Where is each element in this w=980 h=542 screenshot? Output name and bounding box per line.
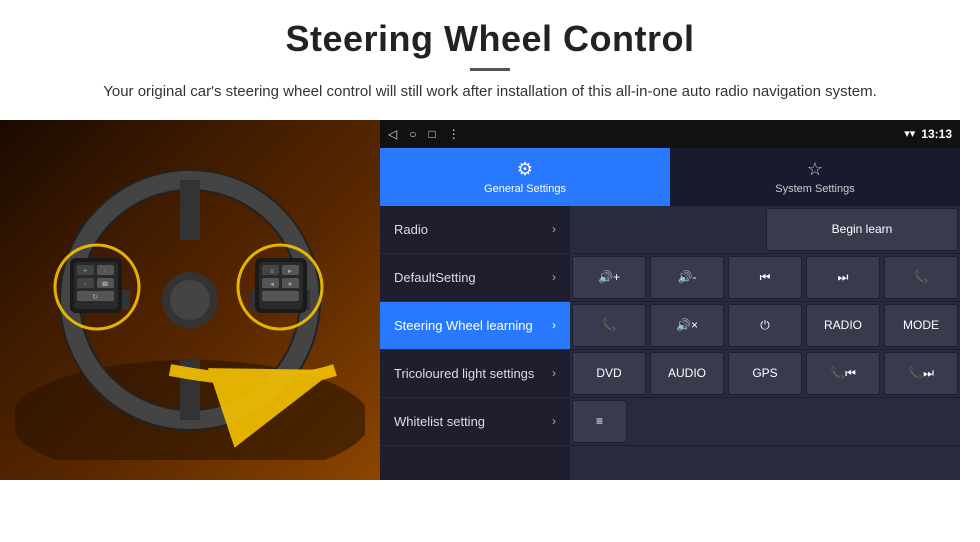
phone-prev-button[interactable]: 📞⏮ [806, 352, 880, 395]
tab-system-label: System Settings [775, 183, 854, 195]
content-area: + - ↑ ☎ ↻ ≡ ► ◄ ★ [0, 120, 980, 480]
vol-up-button[interactable]: 🔊+ [572, 256, 646, 299]
begin-learn-button[interactable]: Begin learn [766, 208, 958, 251]
system-settings-icon: ☆ [807, 159, 823, 180]
right-content: Begin learn 🔊+ 🔊- ⏮ ⏭ [570, 206, 960, 480]
prev-track-button[interactable]: ⏮ [728, 256, 802, 299]
phone-next-button[interactable]: 📞⏭ [884, 352, 958, 395]
chevron-icon: › [552, 222, 556, 236]
control-row-2: 📞 🔊× ⏻ RADIO MODE [570, 302, 960, 350]
status-right: ▾▾ 13:13 [904, 127, 952, 141]
page-title: Steering Wheel Control [60, 18, 920, 60]
svg-text:◄: ◄ [269, 282, 275, 288]
recent-apps-icon[interactable]: □ [428, 127, 435, 141]
menu-radio-label: Radio [394, 222, 428, 237]
status-left: ◁ ○ □ ⋮ [388, 127, 460, 141]
chevron-icon: › [552, 318, 556, 332]
svg-text:★: ★ [287, 281, 292, 288]
chevron-icon: › [552, 270, 556, 284]
control-row-1: 🔊+ 🔊- ⏮ ⏭ 📞 [570, 254, 960, 302]
list-button[interactable]: ≡ [572, 400, 627, 443]
dvd-button[interactable]: DVD [572, 352, 646, 395]
prev-track-icon: ⏮ [760, 270, 771, 285]
control-row-3: DVD AUDIO GPS 📞⏮ 📞⏭ [570, 350, 960, 398]
control-row-0: Begin learn [570, 206, 960, 254]
menu-steering-label: Steering Wheel learning [394, 318, 533, 333]
audio-button[interactable]: AUDIO [650, 352, 724, 395]
mute-icon: 🔊× [676, 318, 698, 332]
title-divider [470, 68, 510, 71]
power-icon: ⏻ [760, 318, 770, 333]
svg-text:≡: ≡ [270, 269, 274, 275]
chevron-icon: › [552, 366, 556, 380]
steering-wheel-svg: + - ↑ ☎ ↻ ≡ ► ◄ ★ [15, 140, 365, 460]
menu-icon[interactable]: ⋮ [448, 127, 460, 141]
top-section: Steering Wheel Control Your original car… [0, 0, 980, 114]
tab-general-label: General Settings [484, 183, 566, 195]
chevron-icon: › [552, 414, 556, 428]
empty-display [572, 208, 762, 251]
svg-text:↑: ↑ [104, 269, 107, 275]
radio-button[interactable]: RADIO [806, 304, 880, 347]
call-accept-icon: 📞 [602, 318, 617, 332]
next-track-button[interactable]: ⏭ [806, 256, 880, 299]
panel-body: Radio › DefaultSetting › Steering Wheel … [380, 206, 960, 480]
control-row-4: ≡ [570, 398, 960, 446]
head-unit: ◁ ○ □ ⋮ ▾▾ 13:13 ⚙ General Settings ☆ Sy… [380, 120, 960, 480]
tab-general-settings[interactable]: ⚙ General Settings [380, 148, 670, 206]
svg-text:☎: ☎ [101, 281, 109, 288]
mute-button[interactable]: 🔊× [650, 304, 724, 347]
radio-label: RADIO [824, 318, 862, 332]
power-button[interactable]: ⏻ [728, 304, 802, 347]
menu-whitelist-label: Whitelist setting [394, 414, 485, 429]
phone-prev-icon: 📞⏮ [830, 366, 856, 381]
status-time: 13:13 [921, 127, 952, 141]
next-track-icon: ⏭ [838, 270, 849, 285]
menu-item-whitelist[interactable]: Whitelist setting › [380, 398, 570, 446]
menu-item-default-setting[interactable]: DefaultSetting › [380, 254, 570, 302]
vol-down-icon: 🔊- [678, 270, 697, 284]
left-menu: Radio › DefaultSetting › Steering Wheel … [380, 206, 570, 480]
wifi-signal-icon: ▾▾ [904, 127, 915, 140]
mode-label: MODE [903, 318, 939, 332]
svg-text:►: ► [287, 269, 293, 275]
gps-button[interactable]: GPS [728, 352, 802, 395]
list-icon: ≡ [596, 414, 603, 428]
page-subtitle: Your original car's steering wheel contr… [60, 81, 920, 104]
tab-bar: ⚙ General Settings ☆ System Settings [380, 148, 960, 206]
menu-item-radio[interactable]: Radio › [380, 206, 570, 254]
vol-down-button[interactable]: 🔊- [650, 256, 724, 299]
back-icon[interactable]: ◁ [388, 127, 397, 141]
tab-system-settings[interactable]: ☆ System Settings [670, 148, 960, 206]
status-bar: ◁ ○ □ ⋮ ▾▾ 13:13 [380, 120, 960, 148]
menu-default-label: DefaultSetting [394, 270, 476, 285]
gps-label: GPS [752, 366, 777, 380]
phone-button[interactable]: 📞 [884, 256, 958, 299]
car-image: + - ↑ ☎ ↻ ≡ ► ◄ ★ [0, 120, 380, 480]
dvd-label: DVD [596, 366, 621, 380]
phone-next-icon: 📞⏭ [908, 366, 934, 381]
menu-tricoloured-label: Tricoloured light settings [394, 366, 534, 381]
menu-item-steering-wheel[interactable]: Steering Wheel learning › [380, 302, 570, 350]
general-settings-icon: ⚙ [517, 159, 533, 180]
audio-label: AUDIO [668, 366, 706, 380]
mode-button[interactable]: MODE [884, 304, 958, 347]
svg-text:↻: ↻ [92, 294, 98, 301]
call-accept-button[interactable]: 📞 [572, 304, 646, 347]
svg-text:+: + [83, 268, 87, 275]
vol-up-icon: 🔊+ [598, 270, 620, 284]
home-icon[interactable]: ○ [409, 127, 416, 141]
phone-icon: 📞 [914, 270, 929, 284]
menu-item-tricoloured[interactable]: Tricoloured light settings › [380, 350, 570, 398]
